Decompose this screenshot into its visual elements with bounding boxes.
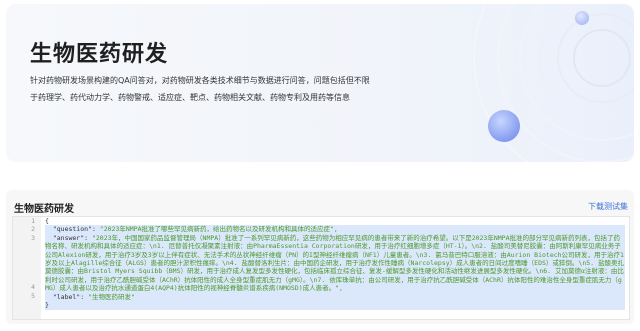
answer-key: "answer": xyxy=(52,233,92,242)
code-line: } xyxy=(45,301,625,309)
panel-title: 生物医药研发 xyxy=(14,204,74,215)
open-brace: { xyxy=(45,217,49,225)
code-viewer[interactable]: 1 2 3 4 5 { "question": "2023年NMPA批准了哪些罕… xyxy=(12,216,630,320)
line-number-gutter: 1 2 3 4 5 xyxy=(13,217,41,319)
line-number: 5 xyxy=(31,291,35,300)
label-value: "生物医药研发" xyxy=(88,292,135,301)
question-key: "question": xyxy=(52,225,100,234)
line-number: 4 xyxy=(31,283,35,292)
page-title: 生物医药研发 xyxy=(30,42,169,67)
line-number: 2 xyxy=(31,225,35,234)
hero-banner: 生物医药研发 针对药物研发场景构建的QA问答对，对药物研发各类技术细节与数据进行… xyxy=(6,4,634,162)
line-number: 3 xyxy=(31,233,35,242)
dataset-preview-panel: 生物医药研发 下载测试集 1 2 3 4 5 { "question": "20… xyxy=(6,190,634,324)
code-line: "label": "生物医药研发" xyxy=(45,293,625,301)
code-line: "question": "2023年NMPA批准了哪些罕见病新药，给出药物名以及… xyxy=(45,225,625,233)
code-line: "answer": "2023年，中国国家药品监督管理局（NMPA）批准了一系列… xyxy=(45,234,625,293)
download-dataset-link[interactable]: 下载测试集 xyxy=(588,201,628,212)
line-number: 1 xyxy=(31,217,35,225)
decorative-circles-graphic xyxy=(473,4,634,162)
code-content: { "question": "2023年NMPA批准了哪些罕见病新药，给出药物名… xyxy=(45,217,625,309)
answer-value: "2023年，中国国家药品监督管理局（NMPA）批准了一系列罕见病新药，这些药物… xyxy=(45,233,624,293)
close-brace: } xyxy=(45,301,49,310)
page-description: 针对药物研发场景构建的QA问答对，对药物研发各类技术细节与数据进行问答，问题包括… xyxy=(30,76,370,102)
label-key: "label": xyxy=(52,292,89,301)
question-value: "2023年NMPA批准了哪些罕见病新药，给出药物名以及研发机构和具体的适应症"… xyxy=(99,225,338,234)
